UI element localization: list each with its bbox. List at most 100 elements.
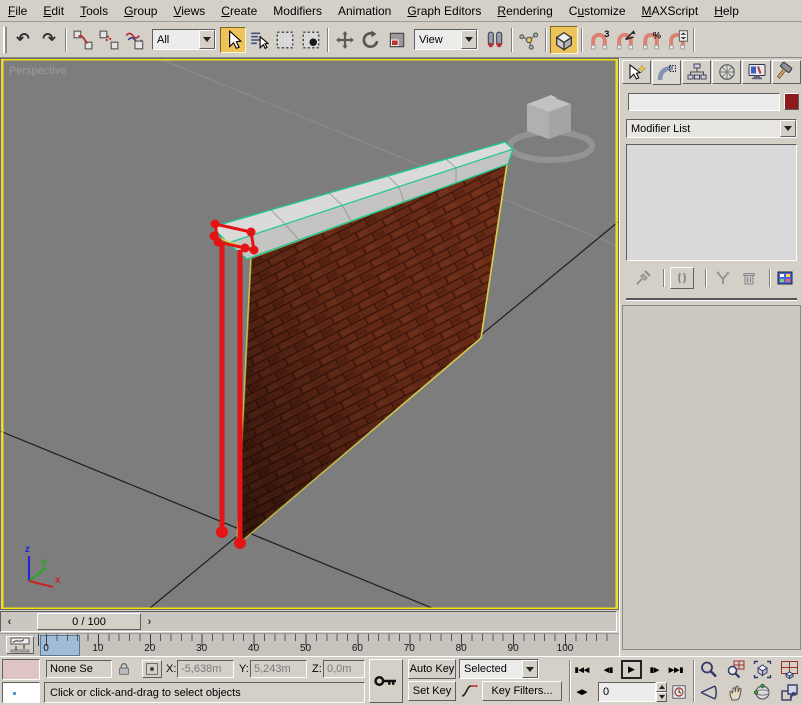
show-end-result-button[interactable] <box>670 267 694 289</box>
time-slider-handle[interactable]: 0 / 100 <box>37 613 141 630</box>
pan-button[interactable] <box>723 682 748 703</box>
undo-button[interactable]: ↶ <box>10 27 36 53</box>
menu-views[interactable]: Views <box>165 1 213 21</box>
z-coord-field[interactable]: 0,0m <box>323 660 365 678</box>
percent-snap-toggle-button[interactable]: % <box>638 27 664 53</box>
key-mode-toggle-button[interactable]: ◀▶ <box>572 683 592 700</box>
current-frame-field[interactable]: 0 <box>598 682 656 702</box>
unlink-button[interactable] <box>96 27 122 53</box>
remove-modifier-button[interactable] <box>738 268 760 288</box>
redo-button[interactable]: ↷ <box>36 27 62 53</box>
zoom-extents-all-button[interactable] <box>777 659 801 680</box>
selection-lock-toggle[interactable] <box>114 660 134 678</box>
angle-snap-toggle-button[interactable] <box>612 27 638 53</box>
tab-display[interactable] <box>742 60 771 84</box>
menu-graph-editors[interactable]: Graph Editors <box>399 1 489 21</box>
snaps-cube-toggle-button[interactable] <box>550 26 578 54</box>
modifier-list-dropdown[interactable]: Modifier List <box>626 119 797 138</box>
pin-stack-button[interactable] <box>632 268 654 288</box>
set-keys-button[interactable] <box>369 659 403 703</box>
toolbar-separator <box>693 28 695 52</box>
selection-filter-dropdown[interactable]: All <box>152 29 216 50</box>
modifier-list-arrow[interactable] <box>780 120 796 137</box>
spinner-snap-toggle-button[interactable] <box>664 27 690 53</box>
zoom-all-button[interactable] <box>723 659 748 680</box>
menu-edit[interactable]: Edit <box>35 1 72 21</box>
configure-modifier-sets-button[interactable] <box>774 268 796 288</box>
pivot-center-icon <box>485 30 505 50</box>
select-by-name-button[interactable] <box>246 27 272 53</box>
key-filters-button[interactable]: Key Filters... <box>482 681 562 701</box>
select-and-manipulate-button[interactable] <box>516 27 542 53</box>
snap-toggle-3d-button[interactable]: 3 <box>586 27 612 53</box>
menu-animation[interactable]: Animation <box>330 1 399 21</box>
tab-motion[interactable] <box>712 60 741 84</box>
modifier-stack-list[interactable] <box>626 144 797 261</box>
use-pivot-center-button[interactable] <box>482 27 508 53</box>
time-slider-track[interactable]: ‹ 0 / 100 › <box>0 611 617 632</box>
viewport-canvas[interactable]: z y x Perspective <box>0 58 619 610</box>
x-coord-field[interactable]: -5,638m <box>177 660 234 678</box>
spinner-up[interactable] <box>656 682 667 692</box>
reference-coordsys-arrow[interactable] <box>461 30 477 49</box>
previous-frame-button[interactable]: ◀▮ <box>600 661 617 678</box>
rectangular-selection-region-button[interactable] <box>272 27 298 53</box>
menu-maxscript[interactable]: MAXScript <box>634 1 707 21</box>
play-button[interactable]: ▶ <box>621 660 642 679</box>
reference-coordsys-dropdown[interactable]: View <box>414 29 478 50</box>
menu-tools[interactable]: Tools <box>72 1 116 21</box>
auto-key-button[interactable]: Auto Key <box>408 659 456 679</box>
min-max-toggle-button[interactable] <box>777 682 801 703</box>
field-of-view-button[interactable] <box>696 682 721 703</box>
make-unique-button[interactable] <box>712 268 734 288</box>
time-slider-prev-button[interactable]: ‹ <box>3 614 16 629</box>
zoom-extents-button[interactable] <box>750 659 775 680</box>
tab-create[interactable] <box>622 60 651 84</box>
zoom-all-icon <box>726 660 745 679</box>
panel-divider[interactable] <box>626 298 797 301</box>
maxscript-mini-listener-white[interactable] <box>2 682 40 703</box>
key-mode-arrow[interactable] <box>522 660 538 678</box>
menu-create[interactable]: Create <box>213 1 265 21</box>
bind-to-spacewarp-button[interactable] <box>122 27 148 53</box>
named-selection-set-field[interactable]: None Se <box>46 660 112 678</box>
object-color-swatch[interactable] <box>784 93 799 110</box>
menu-help[interactable]: Help <box>706 1 747 21</box>
selection-filter-arrow[interactable] <box>199 30 215 49</box>
menu-rendering[interactable]: Rendering <box>489 1 560 21</box>
tab-hierarchy[interactable] <box>682 60 711 84</box>
toolbar-drag-handle[interactable] <box>3 27 7 53</box>
time-slider-next-button[interactable]: › <box>143 614 156 629</box>
go-end-icon: ▶▶▮ <box>669 666 684 674</box>
set-key-button[interactable]: Set Key <box>408 681 456 701</box>
time-configuration-button[interactable] <box>670 683 688 701</box>
default-tangent-button[interactable] <box>459 681 479 701</box>
menu-group[interactable]: Group <box>116 1 165 21</box>
next-frame-button[interactable]: ▮▶ <box>646 661 663 678</box>
window-crossing-toggle-button[interactable] <box>298 27 324 53</box>
maxscript-mini-listener-pink[interactable] <box>2 659 40 680</box>
select-and-scale-button[interactable] <box>384 27 410 53</box>
spinner-down[interactable] <box>656 692 667 702</box>
tab-utilities[interactable] <box>772 60 801 84</box>
viewport-label[interactable]: Perspective <box>9 65 66 77</box>
select-and-rotate-button[interactable] <box>358 27 384 53</box>
zoom-button[interactable] <box>696 659 721 680</box>
select-and-link-button[interactable] <box>70 27 96 53</box>
toolbar-separator <box>511 28 513 52</box>
menu-file[interactable]: File <box>0 1 35 21</box>
menu-customize[interactable]: Customize <box>561 1 634 21</box>
select-and-move-button[interactable] <box>332 27 358 53</box>
frame-spinner[interactable] <box>656 682 667 702</box>
object-name-field[interactable] <box>628 93 780 111</box>
go-to-start-button[interactable]: ▮◀◀ <box>572 661 592 678</box>
go-to-end-button[interactable]: ▶▶▮ <box>666 661 686 678</box>
track-bar-ruler[interactable]: 0102030405060708090100 <box>38 634 617 657</box>
absolute-offset-toggle[interactable] <box>142 660 162 678</box>
key-mode-dropdown[interactable]: Selected <box>459 659 539 679</box>
arc-rotate-button[interactable] <box>750 682 775 703</box>
menu-modifiers[interactable]: Modifiers <box>265 1 330 21</box>
y-coord-field[interactable]: 5,243m <box>250 660 307 678</box>
select-object-button[interactable] <box>220 27 246 53</box>
tab-modify[interactable] <box>652 60 681 85</box>
